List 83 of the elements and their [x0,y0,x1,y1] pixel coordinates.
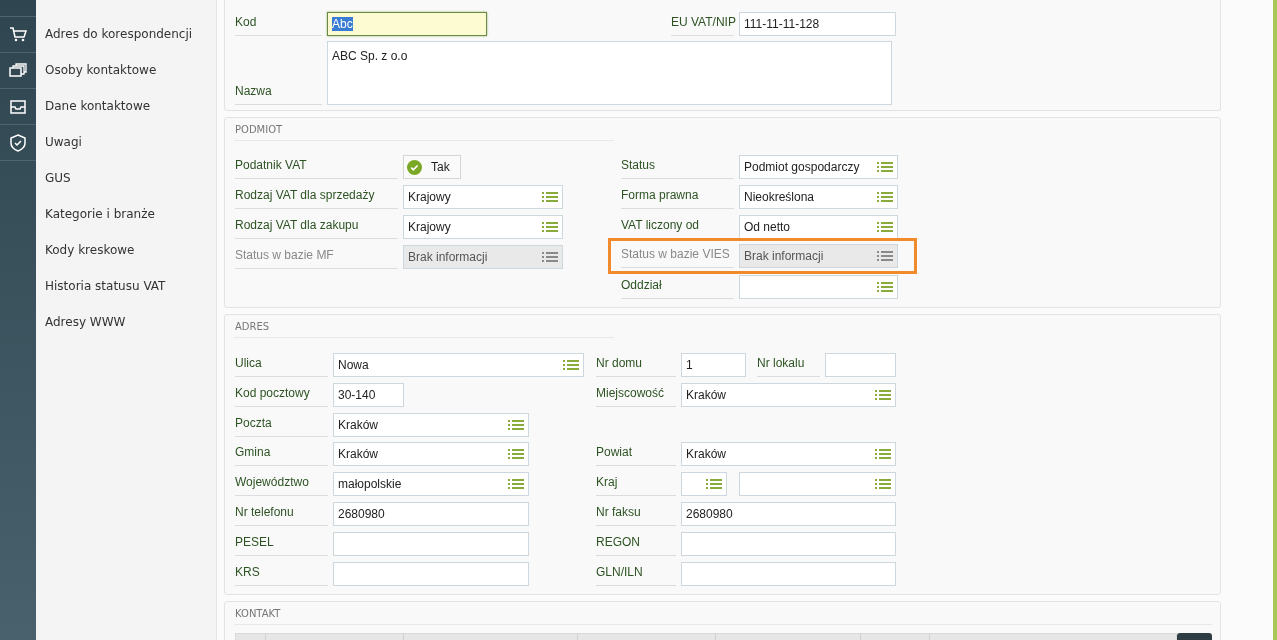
menu-item[interactable]: Dane kontaktowe [36,88,216,124]
text-field[interactable]: 111-11-11-128 [739,12,896,36]
list-icon[interactable] [875,388,891,401]
text-area[interactable]: ABC Sp. z o.o [327,41,892,105]
menu-item[interactable]: Historia statusu VAT [36,268,216,304]
dropdown-field[interactable]: Krajowy [403,185,563,209]
field-label: Nazwa [235,82,322,105]
field-label: Podatnik VAT [235,156,398,179]
field-label: PESEL [235,532,328,556]
dropdown-field[interactable]: Kraków [333,442,529,467]
list-icon[interactable] [875,448,891,461]
check-circle-icon [407,159,422,175]
list-icon[interactable] [877,191,893,203]
field-label: Nr domu [596,354,676,377]
shield-check-icon[interactable] [8,132,28,153]
field-label: Status w bazie VIES [621,245,734,268]
text-field[interactable] [333,531,529,556]
field-label: Status [621,156,734,179]
dropdown-field[interactable]: małopolskie [333,472,529,497]
dropdown-field[interactable]: Od netto [739,215,898,239]
field-label: Status w bazie MF [235,246,398,269]
field-label: GLN/ILN [596,562,676,586]
field-label: Kod [235,13,322,36]
section-title: KONTAKT [235,606,282,621]
text-field[interactable] [681,531,896,556]
text-field[interactable]: 2680980 [333,502,529,526]
dropdown-field[interactable]: Nieokreślona [739,185,898,209]
menu-item[interactable]: Adres do korespondencji [36,16,216,52]
list-icon[interactable] [563,359,579,371]
list-icon[interactable] [542,191,558,203]
field-label: REGON [596,532,676,556]
field-label: Nr lokalu [757,354,820,377]
field-label: Gmina [235,443,328,467]
list-icon[interactable] [508,448,524,461]
menu-item[interactable]: Osoby kontaktowe [36,52,216,88]
list-icon[interactable] [508,478,524,491]
field-label: Kod pocztowy [235,383,328,407]
field-label: Rodzaj VAT dla sprzedaży [235,186,398,209]
menu-item[interactable]: GUS [36,160,216,196]
field-label: VAT liczony od [621,216,734,239]
text-field[interactable]: 1 [681,353,746,377]
field-label: Forma prawna [621,186,734,209]
checkbox-button[interactable]: Tak [403,155,461,179]
dropdown-field[interactable]: Kraków [681,382,896,407]
dropdown-field[interactable]: Kraków [681,442,896,467]
field-label: KRS [235,562,328,586]
field-label: Poczta [235,413,328,437]
menu-item[interactable]: Kategorie i branże [36,196,216,232]
field-label: Nr faksu [596,503,676,526]
field-label: Nr telefonu [235,503,328,526]
dropdown-field[interactable]: Kraków [333,412,529,437]
list-icon[interactable] [706,478,722,491]
list-icon[interactable] [877,221,893,233]
menu-item[interactable]: Kody kreskowe [36,232,216,268]
text-field[interactable] [825,353,896,377]
list-icon[interactable] [508,418,524,431]
text-field[interactable]: 30-140 [333,382,404,407]
field-label: Powiat [596,443,676,467]
menu-item[interactable]: Adresy WWW [36,304,216,340]
field-label: Kraj [596,473,676,497]
menu-item[interactable]: Uwagi [36,124,216,160]
dropdown-field[interactable]: Krajowy [403,215,563,239]
field-label: Rodzaj VAT dla zakupu [235,216,398,239]
dropdown-field[interactable] [681,472,727,497]
field-label: EU VAT/NIP [671,13,734,36]
section-title: ADRES [235,320,271,334]
field-label: Miejscowość [596,383,676,407]
list-icon[interactable] [875,478,891,491]
field-label: Województwo [235,473,328,497]
dropdown-field[interactable]: Nowa [333,353,584,377]
list-icon[interactable] [877,281,893,293]
text-field[interactable] [333,561,529,586]
dropdown-field[interactable] [739,472,896,497]
dropdown-field[interactable] [739,275,898,299]
section-title: PODMIOT [235,123,284,137]
field-label: Ulica [235,354,328,377]
list-icon[interactable] [542,221,558,233]
dropdown-field[interactable]: Podmiot gospodarczy [739,155,898,179]
text-field[interactable]: 2680980 [681,502,896,526]
field-label: Oddział [621,276,734,299]
text-field[interactable] [681,561,896,586]
list-icon[interactable] [877,161,893,173]
text-field[interactable]: Abc [327,12,487,36]
